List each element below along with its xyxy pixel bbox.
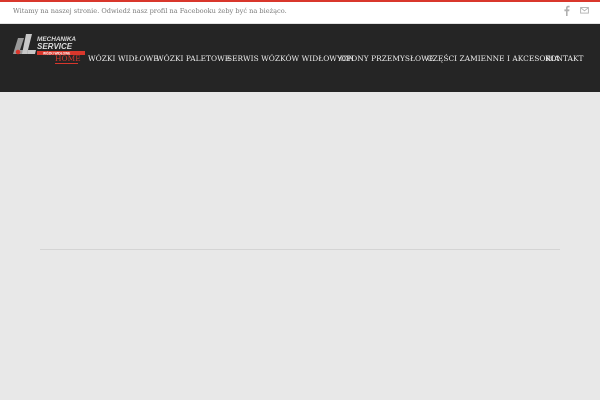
nav-item-home[interactable]: HOME xyxy=(55,54,81,63)
main-nav: HOME WÓZKI WIDŁOWE WÓZKI PALETOWE SERWIS… xyxy=(0,24,600,92)
nav-item-wozki-paletowe[interactable]: WÓZKI PALETOWE xyxy=(156,54,230,63)
mail-icon[interactable] xyxy=(580,5,589,16)
nav-item-serwis[interactable]: SERWIS WÓZKÓW WIDŁOWYCH xyxy=(227,54,354,63)
nav-item-czesci[interactable]: CZĘŚCI ZAMIENNE I AKCESORIA xyxy=(427,54,559,63)
page: Witamy na naszej stronie. Odwiedź nasz p… xyxy=(0,0,600,400)
content-divider xyxy=(40,249,560,250)
info-bar: Witamy na naszej stronie. Odwiedź nasz p… xyxy=(0,2,600,24)
social-links xyxy=(562,5,589,16)
main-header: MECHANIKA SERVICE WÓZKI WIDŁOWE HOME WÓZ… xyxy=(0,24,600,92)
nav-item-kontakt[interactable]: KONTAKT xyxy=(545,54,584,63)
facebook-icon[interactable] xyxy=(562,5,571,16)
nav-item-wozki-widlowe[interactable]: WÓZKI WIDŁOWE xyxy=(88,54,159,63)
nav-active-indicator xyxy=(55,63,78,64)
welcome-text: Witamy na naszej stronie. Odwiedź nasz p… xyxy=(13,7,287,15)
nav-item-opony[interactable]: OPONY PRZEMYSŁOWE xyxy=(340,54,434,63)
